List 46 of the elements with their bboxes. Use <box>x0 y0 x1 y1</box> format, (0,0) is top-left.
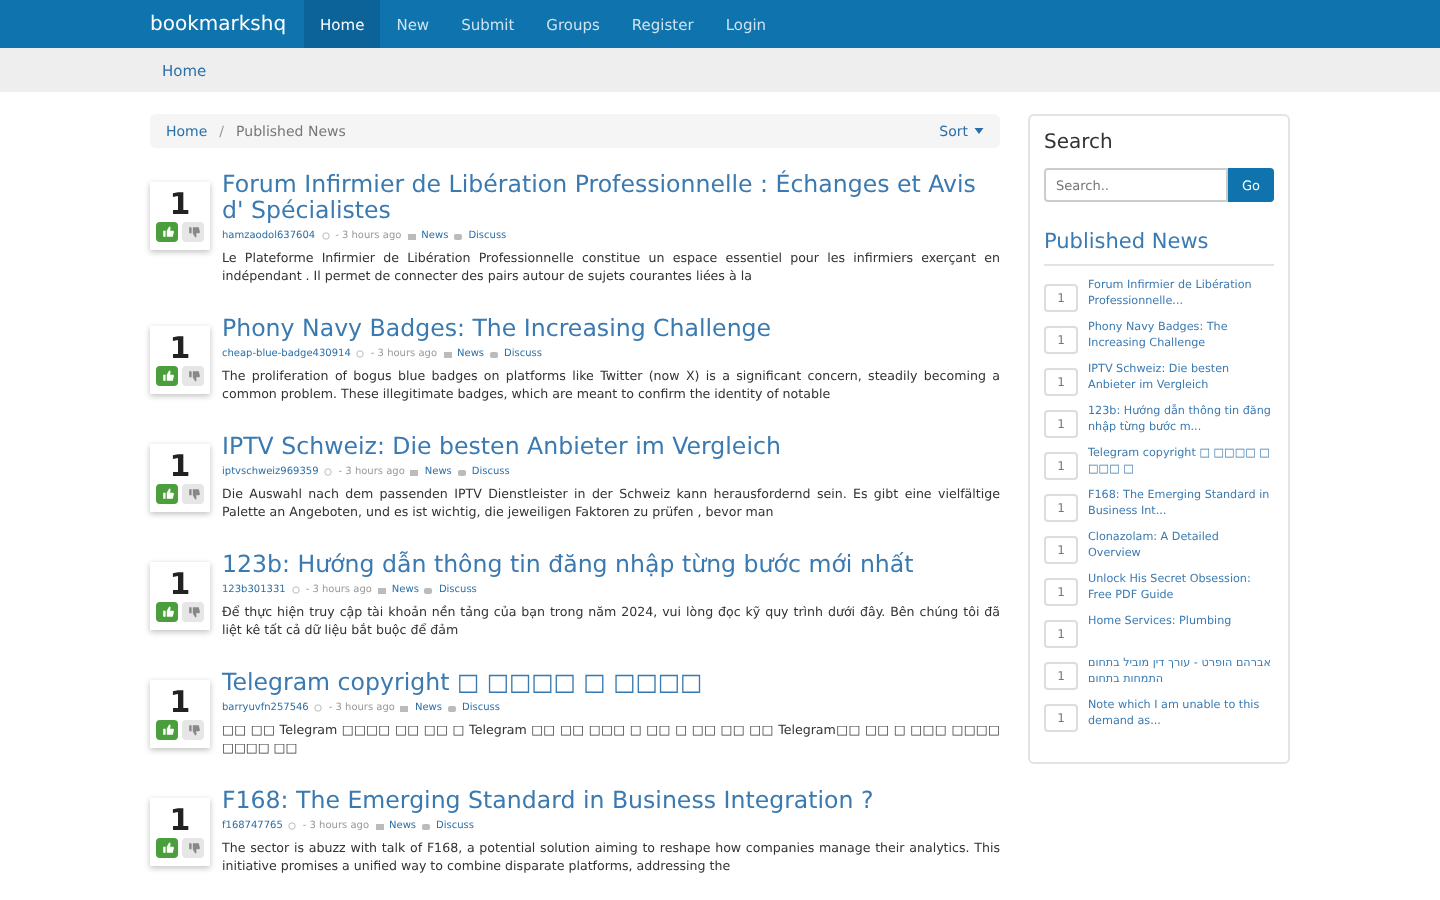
caret-icon <box>974 128 984 134</box>
upvote-button[interactable] <box>156 222 178 242</box>
thumbs-down-icon <box>187 842 199 854</box>
thumbs-up-icon <box>161 370 173 382</box>
downvote-button[interactable] <box>182 720 204 740</box>
clock-icon <box>356 350 365 358</box>
clock-icon <box>321 232 330 240</box>
thumbs-up-icon <box>161 488 173 500</box>
thumbs-down-icon <box>187 488 199 500</box>
downvote-button[interactable] <box>182 222 204 242</box>
vote-count: 1 <box>169 450 191 482</box>
thumbs-down-icon <box>187 724 199 736</box>
brand-link[interactable]: bookmarkshq <box>150 0 287 48</box>
clock-icon <box>324 468 333 476</box>
thumbs-down-icon <box>187 606 199 618</box>
thumbs-up-icon <box>161 724 173 736</box>
vote-count: 1 <box>169 568 191 600</box>
clock-icon <box>291 586 300 594</box>
clock-icon <box>314 704 323 712</box>
upvote-button[interactable] <box>156 366 178 386</box>
thumbs-down-icon <box>187 370 199 382</box>
sidebar-heading: Search <box>1044 132 1115 154</box>
thumbs-down-icon <box>187 226 199 238</box>
upvote-button[interactable] <box>156 720 178 740</box>
upvote-button[interactable] <box>156 838 178 858</box>
clock-icon <box>288 822 297 830</box>
thumbs-up-icon <box>161 606 173 618</box>
upvote-button[interactable] <box>156 484 178 504</box>
downvote-button[interactable] <box>182 838 204 858</box>
post-title[interactable]: Forum Infirmier de Libération Professionnelle : Échanges et Avis d' Spécialistes <box>222 172 1000 224</box>
vote-count: 1 <box>169 188 191 220</box>
downvote-button[interactable] <box>182 484 204 504</box>
vote-count: 1 <box>169 686 191 718</box>
upvote-button[interactable] <box>156 602 178 622</box>
post-title[interactable]: IPTV Schweiz: Die besten Anbieter im Vergleich <box>222 434 1000 460</box>
vote-count: 1 <box>169 804 191 836</box>
post-title[interactable]: 123b: Hướng dẫn thông tin đăng nhập từng bước mới nhất <box>222 552 1000 578</box>
sidebar-heading: Published News <box>1044 230 1274 266</box>
vote-count: 1 <box>169 332 191 364</box>
post-title[interactable]: Telegram copyright □ □□□□ □ □□□□ <box>222 670 1000 696</box>
downvote-button[interactable] <box>182 366 204 386</box>
thumbs-up-icon <box>161 226 173 238</box>
post-title[interactable]: F168: The Emerging Standard in Business Integration ? <box>222 788 1000 814</box>
thumbs-up-icon <box>161 842 173 854</box>
post-title[interactable]: Phony Navy Badges: The Increasing Challenge <box>222 316 1000 342</box>
downvote-button[interactable] <box>182 602 204 622</box>
